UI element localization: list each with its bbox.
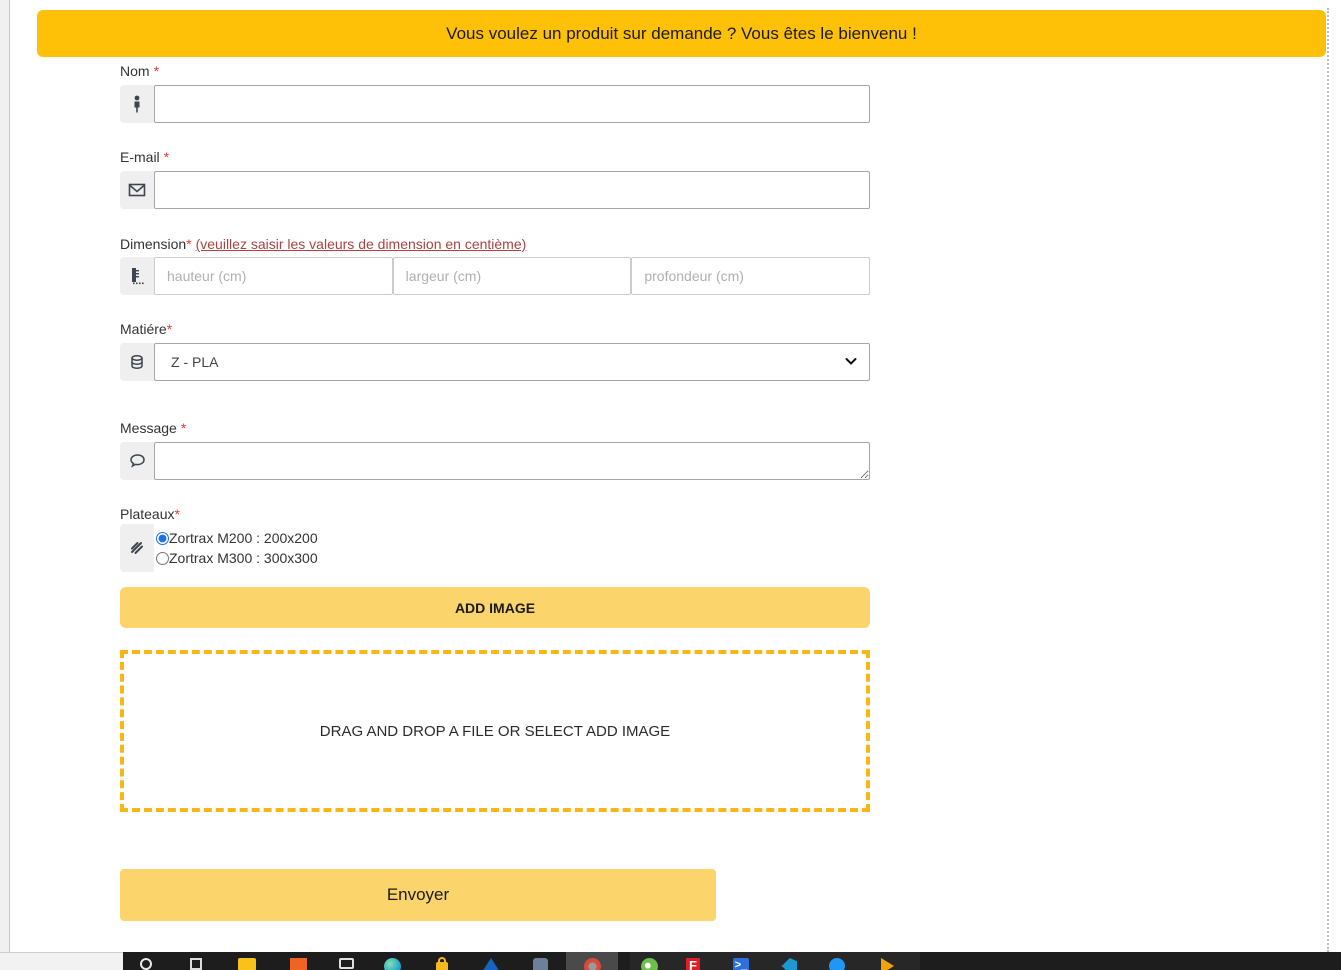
- edge-browser-icon[interactable]: [381, 958, 403, 970]
- custom-order-form: Nom * E-mail * Dimension* (veuillez saisir …: [120, 63, 871, 921]
- material-stack-icon: [120, 343, 154, 381]
- send-button[interactable]: Envoyer: [120, 869, 716, 921]
- blue-circle-app-icon[interactable]: [826, 958, 848, 970]
- ruler-icon: [120, 257, 154, 295]
- blue-wing-app-icon[interactable]: [778, 958, 800, 970]
- message-textarea[interactable]: [154, 442, 870, 480]
- nom-group: [120, 85, 870, 123]
- dimension-label: Dimension* (veuillez saisir les valeurs d…: [120, 236, 527, 252]
- message-label: Message *: [120, 420, 187, 436]
- matiere-group: Z - PLA: [120, 343, 870, 381]
- promo-banner: Vous voulez un produit sur demande ? Vou…: [37, 10, 1326, 57]
- windows-taskbar: F >_: [123, 952, 1341, 970]
- profondeur-input[interactable]: [631, 257, 871, 295]
- dimension-note-link[interactable]: (veuillez saisir les valeurs de dimensio…: [196, 236, 527, 252]
- orange-app-icon[interactable]: [287, 958, 309, 970]
- plateaux-option-m300[interactable]: Zortrax M300 : 300x300: [156, 548, 318, 568]
- person-icon: [120, 85, 154, 123]
- plateaux-radio-m200[interactable]: [156, 531, 169, 545]
- add-image-button[interactable]: ADD IMAGE: [120, 587, 870, 628]
- printer-icon[interactable]: [335, 958, 357, 970]
- required-asterisk: *: [180, 420, 187, 436]
- dropzone-text: DRAG AND DROP A FILE OR SELECT ADD IMAGE: [319, 722, 671, 740]
- email-group: [120, 171, 870, 209]
- matiere-select[interactable]: Z - PLA: [154, 343, 870, 381]
- required-asterisk: *: [153, 63, 160, 79]
- required-asterisk: *: [166, 321, 173, 337]
- red-f-app-icon[interactable]: F: [682, 958, 704, 970]
- nom-label: Nom *: [120, 63, 160, 79]
- page-left-edge: [0, 0, 10, 952]
- page-right-dotted-border: [1327, 8, 1329, 952]
- page: Vous voulez un produit sur demande ? Vou…: [0, 0, 1341, 970]
- gray-app-icon[interactable]: [529, 958, 551, 970]
- taskbar-left-segment: [0, 952, 123, 970]
- matiere-label: Matiére*: [120, 321, 173, 337]
- envelope-icon: [120, 171, 154, 209]
- layers-icon: [120, 524, 154, 572]
- plateaux-label: Plateaux*: [120, 506, 180, 522]
- email-input[interactable]: [154, 171, 870, 209]
- email-label: E-mail *: [120, 149, 170, 165]
- plateaux-group: Zortrax M200 : 200x200 Zortrax M300 : 30…: [120, 524, 870, 572]
- nom-input[interactable]: [154, 85, 870, 123]
- search-icon[interactable]: [135, 958, 157, 970]
- plateaux-options: Zortrax M200 : 200x200 Zortrax M300 : 30…: [156, 524, 318, 572]
- task-view-icon[interactable]: [185, 958, 207, 970]
- message-group: [120, 442, 870, 480]
- hauteur-input[interactable]: [154, 257, 393, 295]
- green-app-icon[interactable]: [638, 958, 660, 970]
- speech-bubble-icon: [120, 442, 154, 480]
- promo-banner-text: Vous voulez un produit sur demande ? Vou…: [446, 23, 917, 43]
- file-explorer-icon[interactable]: [236, 958, 258, 970]
- matiere-select-wrap: Z - PLA: [154, 343, 870, 381]
- required-asterisk: *: [186, 236, 192, 252]
- red-circle-app-icon[interactable]: [581, 958, 603, 970]
- console-app-icon[interactable]: >_: [730, 958, 752, 970]
- largeur-input[interactable]: [392, 257, 632, 295]
- plateaux-radio-m300[interactable]: [156, 551, 169, 565]
- orange-triangle-app-icon[interactable]: [876, 958, 898, 970]
- plateaux-option-m200[interactable]: Zortrax M200 : 200x200: [156, 528, 318, 548]
- blue-diamond-app-icon[interactable]: [480, 958, 502, 970]
- required-asterisk: *: [174, 506, 180, 522]
- required-asterisk: *: [163, 149, 170, 165]
- file-dropzone[interactable]: DRAG AND DROP A FILE OR SELECT ADD IMAGE: [120, 650, 870, 812]
- dimension-group: [120, 257, 871, 295]
- lock-icon[interactable]: [431, 957, 453, 970]
